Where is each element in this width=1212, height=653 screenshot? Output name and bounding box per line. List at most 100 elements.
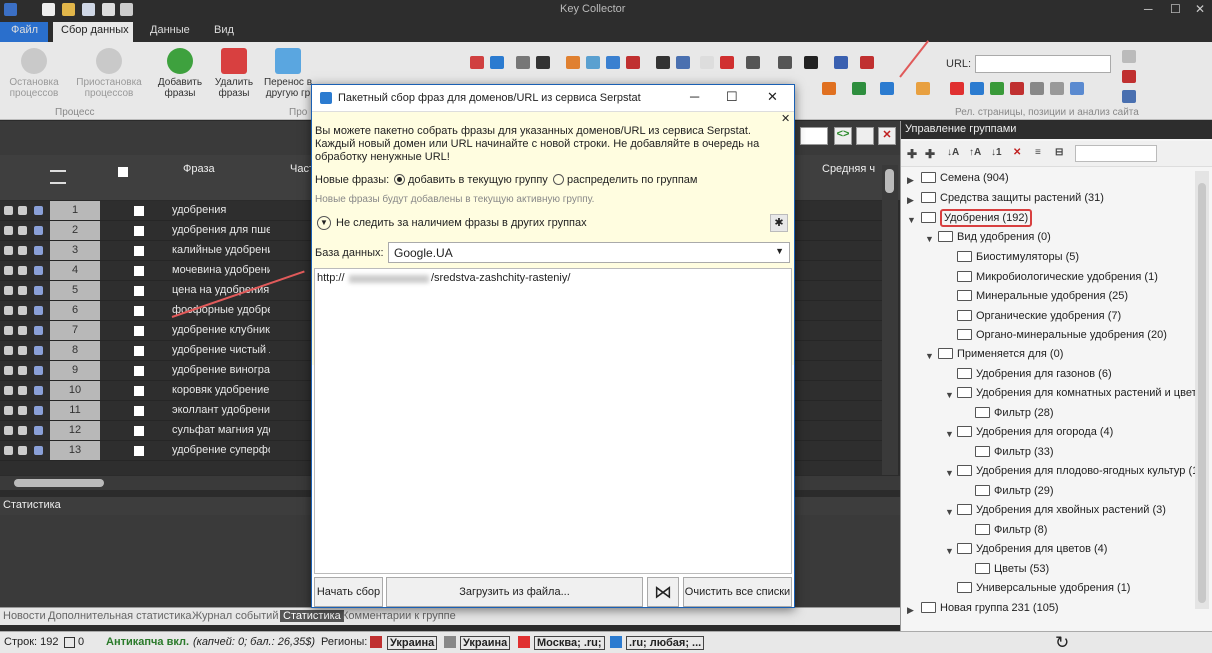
b-icon[interactable] <box>834 56 848 69</box>
group-node[interactable]: Минеральные удобрения (25) <box>957 290 1128 302</box>
group-node[interactable]: Универсальные удобрения (1) <box>957 582 1130 594</box>
region-4[interactable]: .ru; любая; ... <box>626 636 705 650</box>
group-node-selected[interactable]: Удобрения (192) <box>921 209 1033 227</box>
export-icon[interactable] <box>856 127 874 145</box>
column-avg-header[interactable]: Средняя ч <box>822 163 875 175</box>
database-select[interactable]: Google.UA ▼ <box>388 242 790 263</box>
region-3[interactable]: Москва; .ru; <box>534 636 605 650</box>
scroll-thumb[interactable] <box>885 169 894 193</box>
load-from-file-button[interactable]: Загрузить из файла... <box>386 577 643 607</box>
row-checkbox[interactable] <box>134 306 144 316</box>
sort-za-icon[interactable]: ↑A <box>969 147 981 158</box>
group-node[interactable]: Новая группа 231 (105) <box>921 602 1059 614</box>
image-icon[interactable] <box>586 56 600 69</box>
dots-icon[interactable] <box>566 56 580 69</box>
expand-icon[interactable] <box>4 346 13 355</box>
pause-processes-button[interactable]: Приостановка процессов <box>72 48 146 99</box>
mail-icon[interactable] <box>606 56 620 69</box>
tab-data-collection[interactable]: Сбор данных <box>61 24 129 36</box>
dialog-close-icon[interactable]: ✕ <box>767 89 778 105</box>
image2-icon[interactable] <box>778 56 792 69</box>
group-node[interactable]: Биостимуляторы (5) <box>957 251 1079 263</box>
group-node[interactable]: Фильтр (33) <box>975 446 1054 458</box>
minimize-icon[interactable]: ─ <box>1144 2 1153 16</box>
expand-arrow-icon[interactable]: ▶ <box>907 605 914 616</box>
group-node[interactable]: Удобрения для комнатных растений и цвето <box>957 387 1203 399</box>
expand-icon[interactable] <box>4 266 13 275</box>
urls-textarea[interactable]: http:// /sredstva-zashchity-rasteniy/ <box>314 268 792 574</box>
service-puzzle-icon[interactable] <box>916 82 930 95</box>
lock-icon[interactable] <box>18 266 27 275</box>
magnifier-icon[interactable] <box>746 56 760 69</box>
li-icon[interactable] <box>656 56 670 69</box>
row-checkbox[interactable] <box>134 446 144 456</box>
serpstat-icon[interactable] <box>880 82 894 95</box>
code-icon[interactable]: <> <box>834 127 852 145</box>
collapse-arrow-icon[interactable]: ▼ <box>925 234 934 244</box>
service-m-icon[interactable] <box>852 82 866 95</box>
expand-icon[interactable] <box>4 246 13 255</box>
delete-phrases-button[interactable]: Удалить фразы <box>210 48 258 99</box>
grid-vertical-scrollbar[interactable] <box>882 165 898 475</box>
shield-icon[interactable] <box>34 226 43 235</box>
c-icon[interactable] <box>516 56 530 69</box>
shield-icon[interactable] <box>34 346 43 355</box>
lock-icon[interactable] <box>18 426 27 435</box>
sort-num-icon[interactable]: ↓1 <box>991 147 1002 158</box>
move-to-group-button[interactable]: Перенос в другую гр <box>262 48 314 99</box>
collapse-arrow-icon[interactable]: ▼ <box>945 546 954 556</box>
open-folder-icon[interactable] <box>62 3 75 16</box>
expand-icon[interactable] <box>4 326 13 335</box>
expand-icon[interactable] <box>4 226 13 235</box>
expand-icon[interactable] <box>4 306 13 315</box>
collapse-arrow-icon[interactable]: ▼ <box>945 429 954 439</box>
row-checkbox[interactable] <box>134 406 144 416</box>
shield-icon[interactable] <box>34 326 43 335</box>
tab-extra-stats[interactable]: Дополнительная статистика <box>48 610 192 622</box>
group-node[interactable]: Цветы (53) <box>975 563 1049 575</box>
group-node[interactable]: Удобрения для хвойных растений (3) <box>957 504 1166 516</box>
refresh-icon[interactable]: ↻ <box>1055 633 1069 653</box>
lock-icon[interactable] <box>18 226 27 235</box>
save-icon[interactable] <box>82 3 95 16</box>
collapse-arrow-icon[interactable]: ▼ <box>945 468 954 478</box>
select-all-checkbox[interactable] <box>118 167 128 177</box>
dialog-maximize-icon[interactable]: ☐ <box>726 89 738 105</box>
yandex-icon[interactable] <box>950 82 964 95</box>
tab-news[interactable]: Новости <box>3 610 46 622</box>
row-checkbox[interactable] <box>134 246 144 256</box>
delete-group-icon[interactable]: ✕ <box>1013 147 1021 158</box>
radio-add-current[interactable]: добавить в текущую группу <box>394 174 548 186</box>
expand-icon[interactable] <box>4 366 13 375</box>
group-node[interactable]: Средства защиты растений (31) <box>921 192 1104 204</box>
service-orange-icon[interactable] <box>822 82 836 95</box>
collapse-arrow-icon[interactable]: ▼ <box>945 507 954 517</box>
collapse-arrow-icon[interactable]: ▼ <box>945 390 954 400</box>
start-button[interactable]: Начать сбор <box>314 577 383 607</box>
shield-icon[interactable] <box>34 366 43 375</box>
shield-icon[interactable] <box>34 306 43 315</box>
region-2[interactable]: Украина <box>460 636 511 650</box>
group-node[interactable]: Вид удобрения (0) <box>938 231 1051 243</box>
r3-icon[interactable] <box>1122 90 1136 103</box>
radio-distribute[interactable]: распределить по группам <box>553 174 697 186</box>
shield-icon[interactable] <box>34 446 43 455</box>
expand-icon[interactable] <box>4 386 13 395</box>
column-settings-icon[interactable] <box>50 170 66 184</box>
group-node[interactable]: Органические удобрения (7) <box>957 310 1121 322</box>
expand-icon[interactable] <box>4 426 13 435</box>
service-blue-icon[interactable] <box>1070 82 1084 95</box>
group-node[interactable]: Микробиологические удобрения (1) <box>957 271 1158 283</box>
new-file-icon[interactable] <box>42 3 55 16</box>
stop-processes-button[interactable]: Остановка процессов <box>5 48 63 99</box>
lock-icon[interactable] <box>18 246 27 255</box>
trend-icon[interactable] <box>720 56 734 69</box>
expand-icon[interactable] <box>4 206 13 215</box>
tab-data[interactable]: Данные <box>150 24 190 36</box>
row-checkbox[interactable] <box>134 206 144 216</box>
gear-icon[interactable] <box>1122 50 1136 63</box>
lock-icon[interactable] <box>18 306 27 315</box>
group-node[interactable]: Фильтр (28) <box>975 407 1054 419</box>
shield-icon[interactable] <box>34 246 43 255</box>
lock-icon[interactable] <box>18 286 27 295</box>
